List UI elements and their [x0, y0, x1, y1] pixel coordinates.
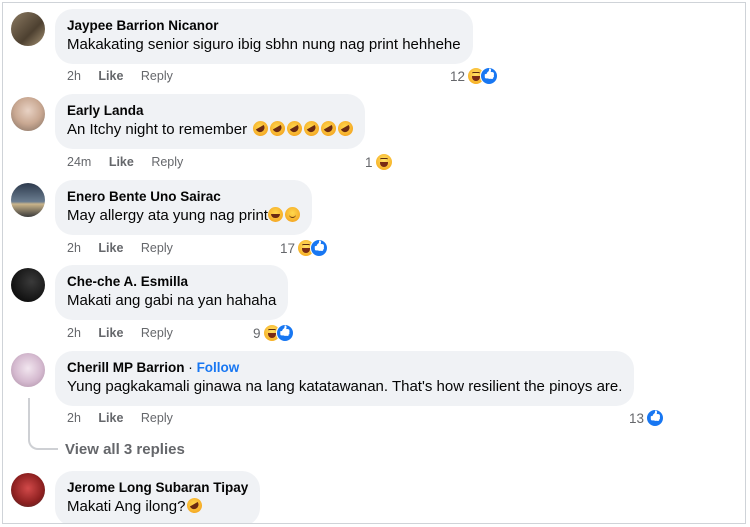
comment-text: Yung pagkakamali ginawa na lang katatawa…: [67, 378, 623, 395]
like-button[interactable]: Like: [98, 411, 123, 425]
comment-time[interactable]: 2h: [67, 411, 81, 425]
like-button[interactable]: Like: [98, 241, 123, 255]
comment-author[interactable]: Early Landa: [67, 102, 353, 119]
reply-button[interactable]: Reply: [141, 241, 173, 255]
comment-author-name[interactable]: Cherill MP Barrion: [67, 360, 185, 375]
rofl-emoji: [318, 118, 340, 139]
avatar[interactable]: [11, 12, 45, 46]
reaction-count: 17: [280, 240, 296, 256]
comment-bubble: Early Landa An Itchy night to remember: [55, 94, 366, 149]
comment-bubble: Jerome Long Subaran Tipay Makati Ang ilo…: [55, 471, 261, 523]
reply-thread-line: [28, 398, 58, 450]
follow-separator: ·: [188, 360, 193, 375]
comments-panel: Jaypee Barrion Nicanor Makakating senior…: [2, 2, 746, 524]
comment-time[interactable]: 2h: [67, 326, 81, 340]
avatar[interactable]: [11, 183, 45, 217]
reaction-count: 1: [365, 154, 373, 170]
comment-bubble: Enero Bente Uno Sairac May allergy ata y…: [55, 180, 312, 235]
avatar[interactable]: [11, 97, 45, 131]
like-button[interactable]: Like: [109, 155, 134, 169]
reaction-summary[interactable]: 17: [280, 239, 329, 257]
rofl-emoji: [335, 118, 357, 139]
like-icon: [275, 324, 294, 342]
like-icon: [310, 239, 329, 257]
view-replies-link[interactable]: View all 3 replies: [65, 441, 185, 458]
comment-author[interactable]: Jerome Long Subaran Tipay: [67, 479, 248, 496]
comment-author[interactable]: Enero Bente Uno Sairac: [67, 188, 300, 205]
comment-author[interactable]: Jaypee Barrion Nicanor: [67, 17, 461, 34]
rofl-emoji: [267, 118, 289, 139]
comment-bubble: Cherill MP Barrion · Follow Yung pagkaka…: [55, 351, 635, 406]
avatar[interactable]: [11, 268, 45, 302]
comment-bubble: Che-che A. Esmilla Makati ang gabi na ya…: [55, 265, 289, 320]
rofl-emoji: [184, 495, 206, 516]
teary-emoji: [267, 207, 283, 222]
smile-emoji: [284, 207, 300, 222]
reaction-summary[interactable]: 9: [253, 324, 294, 342]
reply-button[interactable]: Reply: [141, 69, 173, 83]
rofl-emoji: [301, 118, 323, 139]
comment-actions: 2h Like Reply: [67, 241, 187, 255]
rofl-emoji: [250, 118, 272, 139]
reaction-summary[interactable]: 1: [365, 153, 393, 171]
like-icon: [646, 409, 665, 427]
follow-button[interactable]: Follow: [197, 360, 240, 375]
comment-text: An Itchy night to remember: [67, 118, 357, 140]
avatar[interactable]: [11, 353, 45, 387]
comment-time[interactable]: 2h: [67, 69, 81, 83]
comment-text: Makati ang gabi na yan hahaha: [67, 292, 277, 309]
comment-actions: 2h Like Reply: [67, 69, 187, 83]
reaction-count: 12: [450, 68, 466, 84]
like-button[interactable]: Like: [98, 326, 123, 340]
comment-actions: 2h Like Reply: [67, 326, 187, 340]
reply-button[interactable]: Reply: [141, 411, 173, 425]
like-icon: [480, 67, 499, 85]
reaction-summary[interactable]: 12: [450, 67, 499, 85]
comment-text: May allergy ata yung nag print: [67, 206, 300, 226]
comment-actions: 2h Like Reply: [67, 411, 187, 425]
reply-button[interactable]: Reply: [151, 155, 183, 169]
comment-text: Makati Ang ilong?: [67, 495, 248, 517]
avatar[interactable]: [11, 473, 45, 507]
comment-actions: 24m Like Reply: [67, 155, 197, 169]
rofl-emoji: [284, 118, 306, 139]
reaction-summary[interactable]: 13: [629, 409, 665, 427]
comment-bubble: Jaypee Barrion Nicanor Makakating senior…: [55, 9, 473, 64]
like-button[interactable]: Like: [98, 69, 123, 83]
reaction-count: 13: [629, 410, 645, 426]
comment-time[interactable]: 2h: [67, 241, 81, 255]
reply-button[interactable]: Reply: [141, 326, 173, 340]
comment-author: Cherill MP Barrion · Follow: [67, 359, 622, 376]
comment-time[interactable]: 24m: [67, 155, 91, 169]
haha-icon: [374, 153, 393, 171]
reaction-count: 9: [253, 325, 261, 341]
comment-author[interactable]: Che-che A. Esmilla: [67, 273, 276, 290]
comment-text: Makakating senior siguro ibig sbhn nung …: [67, 36, 461, 53]
